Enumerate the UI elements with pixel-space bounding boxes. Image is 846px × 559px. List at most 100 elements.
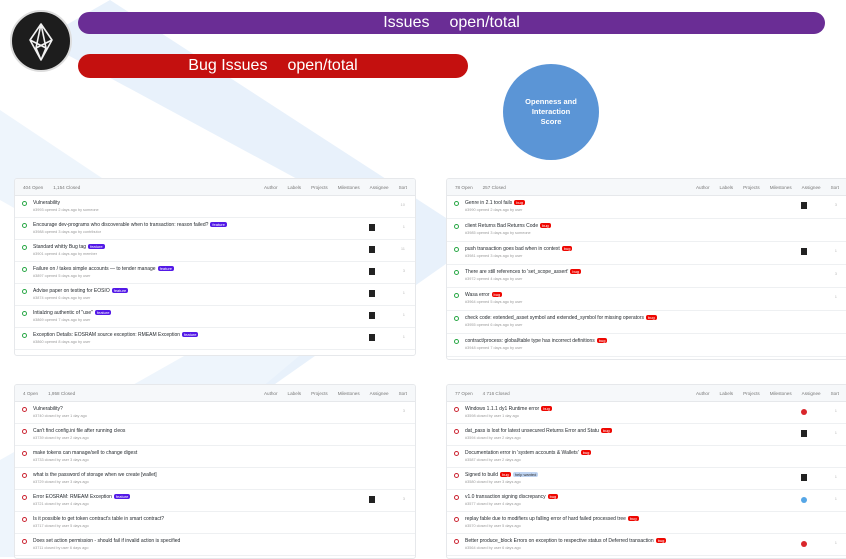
filter-dropdown[interactable]: Sort: [831, 185, 839, 190]
issue-title-link[interactable]: Exception Details: EOSRAM source excepti…: [33, 332, 180, 338]
issue-row[interactable]: Signed to build bug help wanted #3580 close…: [447, 468, 846, 490]
filter-dropdown[interactable]: Assignee: [370, 185, 389, 190]
issue-row[interactable]: push transaction goes bad when in contex…: [447, 242, 846, 265]
open-count-tab[interactable]: 77 Open: [455, 391, 473, 396]
closed-count-tab[interactable]: 257 Closed: [483, 185, 506, 190]
issue-title-link[interactable]: Documentation error in 'system accounts …: [465, 450, 579, 456]
issue-row[interactable]: contract/process: global/table type has …: [447, 334, 846, 357]
open-count-tab[interactable]: 404 Open: [23, 185, 43, 190]
assignee-avatar[interactable]: [801, 430, 807, 437]
issue-row[interactable]: Windows 1.1.1 dy1 Runtime error bug #3598 …: [447, 402, 846, 424]
filter-dropdown[interactable]: Milestones: [338, 391, 360, 396]
issue-title-link[interactable]: Intialzing authentic of "use": [33, 310, 93, 316]
open-count-tab[interactable]: 78 Open: [455, 185, 473, 190]
issue-label-badge[interactable]: bug: [600, 428, 612, 434]
issue-label-badge[interactable]: bug: [547, 494, 559, 500]
assignee-avatar[interactable]: [801, 248, 807, 255]
issue-row[interactable]: Standard whitty Bug tag feature #3901 open…: [15, 240, 415, 262]
issue-label-badge[interactable]: bug: [596, 338, 608, 344]
issue-title-link[interactable]: Standard whitty Bug tag: [33, 244, 86, 250]
issue-row[interactable]: Vulnerability #3993 opened 2 days ago by …: [15, 196, 415, 218]
issue-title-link[interactable]: replay fable due to modifiers up falling…: [465, 516, 626, 522]
issue-row[interactable]: make tokens can manage/sell to change di…: [15, 446, 415, 468]
issue-row[interactable]: Failure on / takes simple accounts — to …: [15, 262, 415, 284]
comment-count[interactable]: 3: [403, 408, 405, 413]
filter-dropdown[interactable]: Assignee: [370, 391, 389, 396]
assignee-avatar[interactable]: [369, 334, 375, 341]
issue-title-link[interactable]: Better produce_block Errors on exception…: [465, 538, 654, 544]
issue-title-link[interactable]: Does set action permission - should fail…: [33, 538, 180, 544]
issue-label-badge[interactable]: bug: [540, 223, 551, 229]
issue-row[interactable]: Can't find config.ini file after running…: [15, 424, 415, 446]
assignee-avatar[interactable]: [369, 246, 375, 253]
assignee-avatar[interactable]: [369, 496, 375, 503]
comment-count[interactable]: 1: [835, 294, 837, 299]
issue-title-link[interactable]: There are still references to 'set_scope…: [465, 269, 568, 275]
issue-title-link[interactable]: check code: extended_asset symbol and ex…: [465, 315, 644, 321]
issue-label-badge[interactable]: bug: [627, 516, 639, 522]
comment-count[interactable]: 11: [401, 246, 405, 251]
comment-count[interactable]: 1: [403, 224, 405, 229]
filter-dropdown[interactable]: Projects: [743, 185, 760, 190]
filter-dropdown[interactable]: Sort: [399, 391, 407, 396]
issue-title-link[interactable]: client Returns Bad Returns Code: [465, 223, 538, 229]
issue-title-link[interactable]: push transaction goes bad when in contex…: [465, 246, 560, 252]
filter-dropdown[interactable]: Author: [696, 185, 710, 190]
filter-dropdown[interactable]: Assignee: [802, 391, 821, 396]
comment-count[interactable]: 1: [403, 312, 405, 317]
issue-row[interactable]: Exception Details: EOSRAM source excepti…: [15, 328, 415, 350]
issue-row[interactable]: v1.0 transaction signing discrepancy bug #…: [447, 490, 846, 512]
issue-title-link[interactable]: Error EOSRAM: RMEAM Exception: [33, 494, 112, 500]
issue-title-link[interactable]: Wasa error: [465, 292, 490, 298]
issue-row[interactable]: replay fable due to modifiers up falling…: [447, 512, 846, 534]
assignee-avatar[interactable]: [369, 290, 375, 297]
assignee-avatar[interactable]: [369, 268, 375, 275]
issue-row[interactable]: Error EOSRAM: RMEAM Exception feature #372…: [15, 490, 415, 512]
filter-dropdown[interactable]: Labels: [720, 185, 734, 190]
filter-dropdown[interactable]: Projects: [311, 391, 328, 396]
assignee-avatar[interactable]: [369, 224, 375, 231]
filter-dropdown[interactable]: Author: [696, 391, 710, 396]
issue-label-badge[interactable]: bug: [514, 200, 525, 206]
issue-row[interactable]: what is the password of storage when we …: [15, 468, 415, 490]
comment-count[interactable]: 1: [835, 540, 837, 545]
comment-count[interactable]: 1: [835, 496, 837, 501]
issue-row[interactable]: Does set action permission - should fail…: [15, 534, 415, 556]
issue-title-link[interactable]: contract/process: global/table type has …: [465, 338, 595, 344]
filter-dropdown[interactable]: Milestones: [770, 185, 792, 190]
issue-label-badge[interactable]: feature: [210, 222, 227, 228]
issue-row[interactable]: Is it possible to get token contract's t…: [15, 512, 415, 534]
closed-count-tab[interactable]: 1,958 Closed: [48, 391, 75, 396]
assignee-avatar[interactable]: [369, 312, 375, 319]
issue-label-badge[interactable]: feature: [157, 266, 175, 272]
issue-row[interactable]: Vulnerability? #3740 closed by user 1 day…: [15, 402, 415, 424]
filter-dropdown[interactable]: Labels: [288, 185, 302, 190]
issue-label-badge[interactable]: feature: [113, 494, 131, 500]
issue-title-link[interactable]: v1.0 transaction signing discrepancy: [465, 494, 546, 500]
issue-label-badge[interactable]: bug: [491, 292, 503, 298]
issue-title-link[interactable]: Vulnerability: [33, 200, 60, 206]
comment-count[interactable]: 1: [403, 334, 405, 339]
comment-count[interactable]: 10: [401, 202, 405, 207]
assignee-avatar[interactable]: [801, 497, 807, 503]
comment-count[interactable]: 3: [403, 496, 405, 501]
issue-label-badge[interactable]: bug: [570, 269, 582, 275]
comment-count[interactable]: 1: [403, 290, 405, 295]
issue-row[interactable]: Encourage dev-programs who discoverable …: [15, 218, 415, 240]
issue-title-link[interactable]: make tokens can manage/sell to change di…: [33, 450, 137, 456]
issue-title-link[interactable]: Advise paper on testing for EOSIO: [33, 288, 110, 294]
comment-count[interactable]: 3: [403, 268, 405, 273]
issue-row[interactable]: Genre in 2.1 tool fails bug #3990 opened 2…: [447, 196, 846, 219]
issue-row[interactable]: Documentation error in 'system accounts …: [447, 446, 846, 468]
issue-row[interactable]: There are still references to 'set_scope…: [447, 265, 846, 288]
issue-title-link[interactable]: what is the password of storage when we …: [33, 472, 157, 478]
issue-title-link[interactable]: Signed to build: [465, 472, 498, 478]
issue-label-badge[interactable]: feature: [94, 310, 112, 316]
comment-count[interactable]: 1: [835, 248, 837, 253]
filter-dropdown[interactable]: Assignee: [802, 185, 821, 190]
issue-label-badge[interactable]: feature: [88, 244, 105, 250]
filter-dropdown[interactable]: Sort: [399, 185, 407, 190]
issue-label-badge[interactable]: bug: [541, 406, 552, 412]
issue-title-link[interactable]: Can't find config.ini file after running…: [33, 428, 125, 434]
issue-title-link[interactable]: Is it possible to get token contract's t…: [33, 516, 164, 522]
